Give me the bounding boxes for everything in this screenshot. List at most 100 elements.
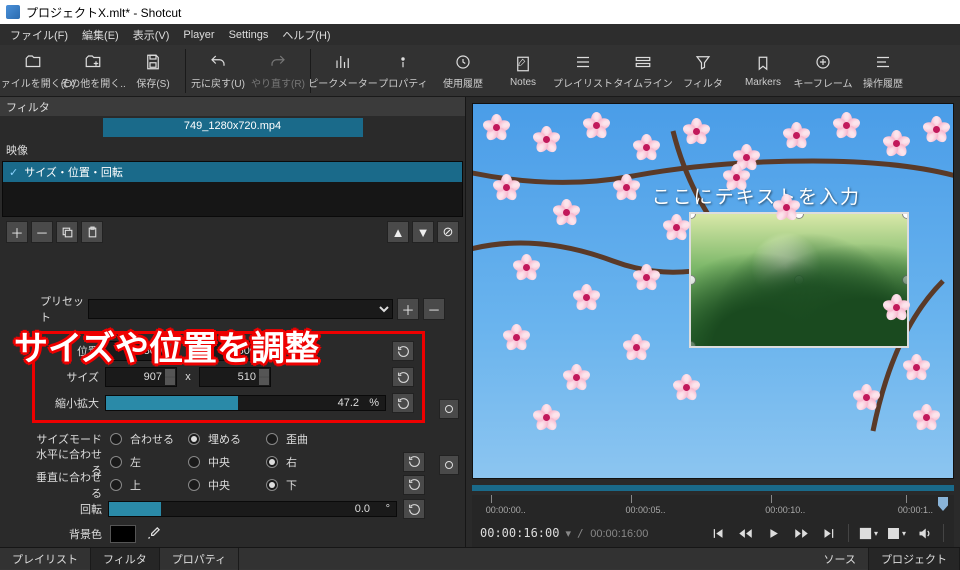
halign-left-radio[interactable] bbox=[110, 456, 122, 468]
filter-list: ✓ サイズ・位置・回転 bbox=[2, 161, 463, 217]
remove-filter-button[interactable]: － bbox=[31, 221, 53, 243]
undo-button[interactable]: 元に戻す(U) bbox=[188, 46, 248, 96]
blossom-icon bbox=[563, 364, 591, 392]
reset-position-button[interactable] bbox=[392, 341, 414, 361]
blossom-icon bbox=[533, 404, 561, 432]
filter-category: 映像 bbox=[0, 139, 465, 161]
reset-valign-button[interactable] bbox=[403, 475, 425, 495]
filters-button[interactable]: フィルタ bbox=[673, 46, 733, 96]
sizemode-fill-radio[interactable] bbox=[188, 433, 200, 445]
menu-edit[interactable]: 編集(E) bbox=[76, 24, 125, 46]
preset-save-button[interactable]: ＋ bbox=[397, 298, 419, 320]
bgcolor-swatch[interactable] bbox=[110, 525, 136, 543]
grid-button[interactable]: ▾ bbox=[885, 522, 907, 544]
halign-center-radio[interactable] bbox=[188, 456, 200, 468]
transport-bar: 00:00:16:00 ▾ / 00:00:16:00 ▾ ▾ bbox=[472, 519, 954, 547]
sizemode-distort-radio[interactable] bbox=[266, 433, 278, 445]
scrub-bar[interactable] bbox=[472, 485, 954, 491]
menu-view[interactable]: 表示(V) bbox=[127, 24, 176, 46]
paste-filter-button[interactable] bbox=[81, 221, 103, 243]
valign-top-radio[interactable] bbox=[110, 479, 122, 491]
blossom-icon bbox=[883, 294, 911, 322]
blossom-icon bbox=[513, 254, 541, 282]
markers-button[interactable]: Markers bbox=[733, 46, 793, 96]
reset-halign-button[interactable] bbox=[403, 452, 425, 472]
preview-viewport[interactable]: /*placeholder*/ ここにテキストを入力 bbox=[472, 103, 954, 479]
playlist-button[interactable]: プレイリスト bbox=[553, 46, 613, 96]
save-button[interactable]: 保存(S) bbox=[123, 46, 183, 96]
check-icon: ✓ bbox=[9, 166, 18, 179]
size-w-input[interactable] bbox=[105, 367, 177, 387]
add-filter-button[interactable]: ＋ bbox=[6, 221, 28, 243]
blossom-icon bbox=[493, 174, 521, 202]
pip-clip[interactable] bbox=[689, 212, 909, 348]
tab-source[interactable]: ソース bbox=[812, 548, 869, 570]
preset-delete-button[interactable]: － bbox=[423, 298, 445, 320]
keyframe-position-button[interactable] bbox=[439, 399, 459, 419]
properties-button[interactable]: プロパティ bbox=[373, 46, 433, 96]
open-other-button[interactable]: その他を開く.. bbox=[63, 46, 123, 96]
clip-tab[interactable]: 749_1280x720.mp4 bbox=[103, 118, 363, 137]
timeline-button[interactable]: タイムライン bbox=[613, 46, 673, 96]
tab-playlist[interactable]: プレイリスト bbox=[0, 548, 91, 570]
rotation-label: 回転 bbox=[32, 501, 102, 517]
menu-player[interactable]: Player bbox=[177, 26, 220, 44]
valign-center-radio[interactable] bbox=[188, 479, 200, 491]
open-file-button[interactable]: ファイルを開く(O) bbox=[3, 46, 63, 96]
filters-panel: フィルタ 749_1280x720.mp4 映像 ✓ サイズ・位置・回転 ＋ －… bbox=[0, 97, 465, 547]
eyedropper-button[interactable] bbox=[144, 525, 162, 543]
reset-rotation-button[interactable] bbox=[403, 499, 425, 519]
notes-button[interactable]: Notes bbox=[493, 46, 553, 96]
blossom-icon bbox=[553, 199, 581, 227]
valign-label: 垂直に合わせる bbox=[32, 469, 102, 501]
rotation-slider[interactable]: 0.0 ° bbox=[108, 501, 397, 517]
deselect-button[interactable]: ⊘ bbox=[437, 221, 459, 243]
zoom-fit-button[interactable]: ▾ bbox=[857, 522, 879, 544]
blossom-icon bbox=[483, 114, 511, 142]
copy-filter-button[interactable] bbox=[56, 221, 78, 243]
reset-zoom-button[interactable] bbox=[392, 393, 414, 413]
blossom-icon bbox=[923, 116, 951, 144]
blossom-icon bbox=[683, 118, 711, 146]
blossom-icon bbox=[903, 354, 931, 382]
filters-panel-header: フィルタ bbox=[0, 97, 465, 116]
menu-help[interactable]: ヘルプ(H) bbox=[276, 24, 336, 46]
keyframes-button[interactable]: キーフレーム bbox=[793, 46, 853, 96]
rewind-button[interactable] bbox=[734, 522, 756, 544]
bottom-tabbar: プレイリスト フィルタ プロパティ ソース プロジェクト bbox=[0, 547, 960, 569]
forward-button[interactable] bbox=[790, 522, 812, 544]
keyframe-zoom-button[interactable] bbox=[439, 455, 459, 475]
redo-button[interactable]: やり直す(R) bbox=[248, 46, 308, 96]
skip-start-button[interactable] bbox=[706, 522, 728, 544]
blossom-icon bbox=[853, 384, 881, 412]
valign-bottom-radio[interactable] bbox=[266, 479, 278, 491]
current-timecode[interactable]: 00:00:16:00 bbox=[480, 526, 559, 540]
skip-end-button[interactable] bbox=[818, 522, 840, 544]
tab-properties[interactable]: プロパティ bbox=[160, 548, 239, 570]
zoom-slider[interactable]: 47.2 % bbox=[105, 395, 386, 411]
move-up-button[interactable]: ▲ bbox=[387, 221, 409, 243]
tab-filters[interactable]: フィルタ bbox=[91, 548, 160, 570]
reset-size-button[interactable] bbox=[392, 367, 414, 387]
halign-right-radio[interactable] bbox=[266, 456, 278, 468]
history-button[interactable]: 操作履歴 bbox=[853, 46, 913, 96]
tab-project[interactable]: プロジェクト bbox=[869, 548, 960, 570]
filter-item-size-position-rotate[interactable]: ✓ サイズ・位置・回転 bbox=[3, 162, 462, 182]
menu-settings[interactable]: Settings bbox=[223, 26, 275, 44]
blossom-icon bbox=[533, 126, 561, 154]
blossom-icon bbox=[623, 334, 651, 362]
move-down-button[interactable]: ▼ bbox=[412, 221, 434, 243]
preset-select[interactable] bbox=[88, 299, 393, 319]
peakmeter-button[interactable]: ピークメーター bbox=[313, 46, 373, 96]
window-title: プロジェクトX.mlt* - Shotcut bbox=[26, 4, 181, 21]
volume-button[interactable] bbox=[913, 522, 935, 544]
menu-file[interactable]: ファイル(F) bbox=[4, 24, 74, 46]
blossom-icon bbox=[913, 404, 941, 432]
playhead-icon[interactable] bbox=[938, 497, 948, 511]
size-h-input[interactable] bbox=[199, 367, 271, 387]
sizemode-fit-radio[interactable] bbox=[110, 433, 122, 445]
blossom-icon bbox=[673, 374, 701, 402]
time-ruler[interactable]: 00:00:00.. 00:00:05.. 00:00:10.. 00:00:1… bbox=[472, 495, 954, 519]
play-button[interactable] bbox=[762, 522, 784, 544]
recent-button[interactable]: 使用履歴 bbox=[433, 46, 493, 96]
